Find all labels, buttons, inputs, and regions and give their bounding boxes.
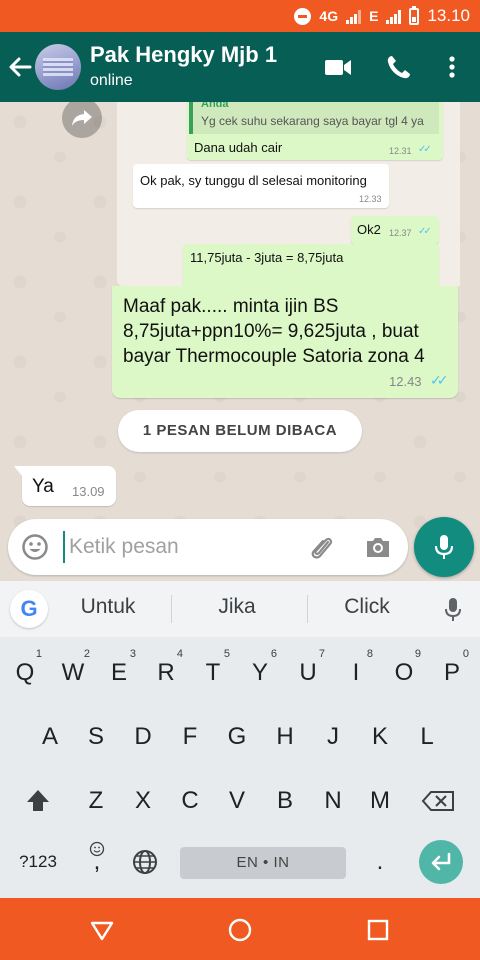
globe-icon[interactable] [122,839,168,885]
key-y[interactable]: Y6 [237,648,283,696]
incoming-message[interactable]: Ya 13.09 [14,466,116,506]
battery-icon [409,5,420,25]
contact-name[interactable]: Pak Hengky Mjb 1 [90,42,277,68]
shift-icon[interactable] [15,778,61,824]
key-a[interactable]: A [27,714,73,760]
keyboard-microphone-icon[interactable] [443,597,463,623]
mini-message-text: Ok2 [357,222,381,237]
key-c[interactable]: C [167,778,213,824]
key-w[interactable]: W2 [50,648,96,696]
key-t[interactable]: T5 [190,648,236,696]
suggestion-strip: G Untuk Jika Click [0,581,480,637]
signal-2-icon [386,9,402,24]
mini-message-time: 12.33 [359,194,382,204]
message-text: Ya [32,476,54,497]
reply-quote: Anda Yg cek suhu sekarang saya bayar tgl… [189,102,439,134]
forwarded-screenshot[interactable]: Anda Yg cek suhu sekarang saya bayar tgl… [117,102,460,286]
chat-area[interactable]: Anda Yg cek suhu sekarang saya bayar tgl… [0,102,480,581]
navigation-bar [0,898,480,960]
message-text: Maaf pak..... minta ijin BS 8,75juta+ppn… [123,296,425,367]
mini-message-time: 12.31 [389,146,412,156]
quote-text: Yg cek suhu sekarang saya bayar tgl 4 ya [201,114,424,128]
forward-button[interactable] [62,102,102,138]
recents-nav-icon[interactable] [364,916,392,944]
unread-messages-banner: 1 PESAN BELUM DIBACA [118,410,362,452]
outgoing-message[interactable]: Maaf pak..... minta ijin BS 8,75juta+ppn… [112,286,458,398]
key-x[interactable]: X [120,778,166,824]
clock: 13.10 [427,6,470,25]
quote-author: Anda [201,102,229,110]
key-n[interactable]: N [310,778,356,824]
mini-message-text: 11,75juta - 3juta = 8,75juta [190,250,344,265]
contact-status: online [90,72,133,89]
voice-message-button[interactable] [414,517,474,577]
emoji-icon [89,841,105,857]
message-time: 13.09 [72,484,105,499]
contact-avatar[interactable] [35,44,81,90]
back-arrow-icon[interactable] [6,52,34,82]
key-p[interactable]: P0 [429,648,475,696]
backspace-icon[interactable] [416,778,462,824]
more-options-icon[interactable] [437,52,467,82]
mini-message-time: 12.37 [389,228,412,238]
key-h[interactable]: H [262,714,308,760]
network-type-2-label: E [369,8,379,24]
camera-icon[interactable] [364,533,392,561]
message-input[interactable] [63,531,293,563]
symbols-key[interactable]: ?123 [10,839,66,885]
status-bar: 4G E 13.10 [0,0,480,32]
forward-icon [72,110,92,126]
period-key[interactable]: . [357,839,403,885]
read-ticks-icon: ✓✓ [430,372,449,388]
network-type-label: 4G [319,8,339,24]
key-b[interactable]: B [262,778,308,824]
suggestion-2[interactable]: Jika [172,595,302,619]
mini-message-text: Ok pak, sy tunggu dl selesai monitoring [140,173,367,188]
read-ticks-icon: ✓✓ [418,226,432,237]
key-o[interactable]: O9 [381,648,427,696]
mini-message-text: Dana udah cair [194,140,283,155]
key-k[interactable]: K [357,714,403,760]
attach-icon[interactable] [308,533,338,563]
do-not-disturb-icon [294,7,312,25]
message-time: 12.43 [389,374,422,389]
home-nav-icon[interactable] [226,916,254,944]
key-g[interactable]: G [214,714,260,760]
key-r[interactable]: R4 [143,648,189,696]
key-m[interactable]: M [357,778,403,824]
video-call-icon[interactable] [323,52,353,82]
enter-arrow-icon [431,852,451,871]
suggestion-1[interactable]: Untuk [43,595,173,619]
key-q[interactable]: Q1 [2,648,48,696]
key-z[interactable]: Z [73,778,119,824]
chat-header: Pak Hengky Mjb 1 online [0,32,480,102]
key-u[interactable]: U7 [285,648,331,696]
key-v[interactable]: V [214,778,260,824]
read-ticks-icon: ✓✓ [418,144,432,155]
key-j[interactable]: J [310,714,356,760]
microphone-icon [434,535,454,559]
enter-key[interactable] [419,840,463,884]
suggestion-3[interactable]: Click [302,595,432,619]
voice-call-icon[interactable] [384,52,414,82]
key-l[interactable]: L [404,714,450,760]
emoji-icon[interactable] [21,533,49,561]
key-f[interactable]: F [167,714,213,760]
signal-icon [346,9,362,24]
key-s[interactable]: S [73,714,119,760]
key-e[interactable]: E3 [96,648,142,696]
message-composer [8,519,408,575]
key-i[interactable]: I8 [333,648,379,696]
keyboard: G Untuk Jika Click Q1 W2 E3 R4 T5 Y6 U7 … [0,581,480,898]
space-bar[interactable]: EN • IN [180,847,346,879]
back-nav-icon[interactable] [88,916,116,944]
comma-key[interactable]: , [74,839,120,885]
key-d[interactable]: D [120,714,166,760]
